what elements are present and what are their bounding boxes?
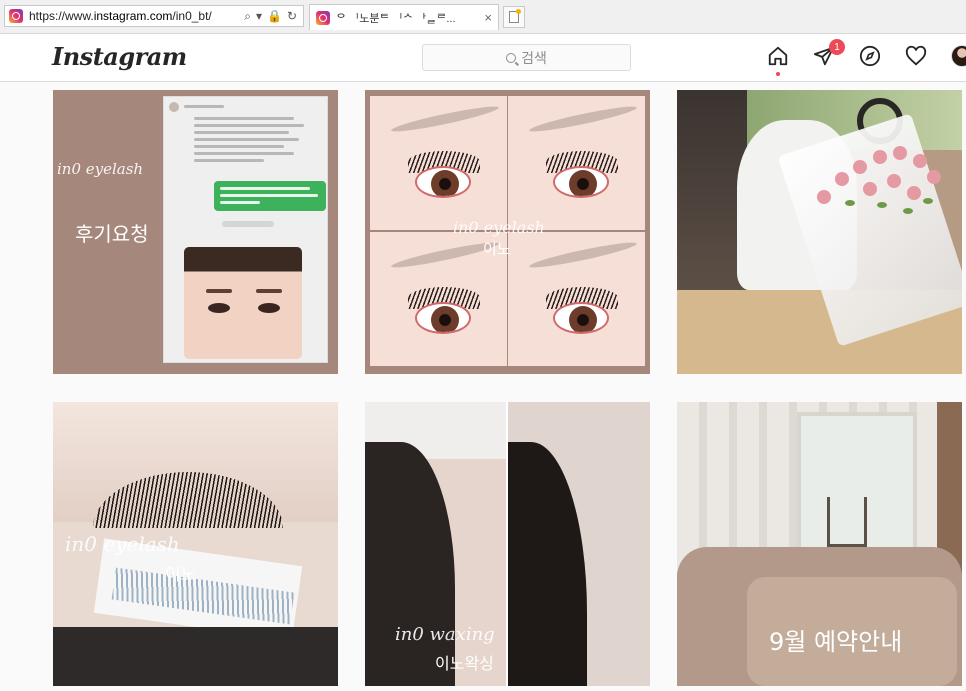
post-script-text: in0 eyelash	[65, 532, 180, 556]
chat-line	[194, 152, 294, 155]
flower	[863, 182, 877, 196]
post-korean-text: 9월 예약안내	[769, 628, 903, 656]
brow	[206, 289, 232, 293]
chat-line	[220, 187, 310, 190]
flower	[817, 190, 831, 204]
flower	[887, 174, 901, 188]
post-thumbnail[interactable]: in0 eyelash 후기요청	[53, 90, 338, 374]
url-path: /in0_bt/	[172, 9, 212, 23]
brow	[528, 102, 638, 136]
search-dropdown-icon[interactable]: ⌕	[244, 9, 251, 24]
new-tab-button[interactable]	[503, 6, 525, 28]
post-thumbnail[interactable]: in0 eyelash 이노	[53, 402, 338, 686]
avatar	[951, 45, 966, 67]
post-korean-text: 이노왁싱	[435, 654, 494, 673]
dark-background	[53, 627, 338, 686]
profile-button[interactable]	[950, 44, 966, 68]
chat-pill	[222, 221, 274, 227]
eye	[553, 166, 609, 198]
chat-avatar	[169, 102, 179, 112]
brow	[390, 102, 500, 136]
instagram-logo[interactable]: Instagram	[52, 42, 187, 71]
post-korean-text: 이노	[165, 565, 197, 585]
eye-closeup-image	[370, 96, 507, 230]
address-url[interactable]: https://www.instagram.com/in0_bt/	[29, 9, 212, 23]
flower	[873, 150, 887, 164]
chat-line	[194, 124, 304, 127]
eye-closeup-image	[508, 96, 645, 230]
post-script-text: in0 waxing	[395, 624, 495, 645]
refresh-icon[interactable]: ↻	[287, 9, 297, 24]
direct-messages-button[interactable]: 1	[812, 39, 845, 68]
browser-chrome: https://www.instagram.com/in0_bt/ ⌕ ▾ 🔒 …	[0, 0, 966, 34]
post-thumbnail[interactable]: in0 waxing 이노왁싱	[365, 402, 650, 686]
leaf	[923, 198, 933, 204]
browser-tab[interactable]: ᄋ ᅵ노분ᄐ ᅵᄉ ᅡᆯᄅ... ×	[309, 4, 499, 30]
leaf	[903, 208, 913, 214]
post-script-text: in0 eyelash	[57, 160, 144, 178]
patio-chair	[827, 497, 867, 547]
eye	[553, 302, 609, 334]
brow	[256, 289, 282, 293]
flower	[893, 146, 907, 160]
flower	[927, 170, 941, 184]
post-thumbnail[interactable]: 9월 예약안내	[677, 402, 962, 686]
leaf	[877, 202, 887, 208]
url-domain: instagram.com	[93, 9, 173, 23]
flower	[913, 154, 927, 168]
chat-line	[220, 194, 318, 197]
heart-icon	[905, 45, 927, 66]
instagram-favicon-icon	[316, 10, 330, 25]
home-icon	[768, 46, 788, 66]
url-prefix: https://www.	[29, 9, 94, 23]
post-thumbnail[interactable]: in0 eyelash 이노	[365, 90, 650, 374]
search-input[interactable]: 검색	[422, 44, 631, 71]
instagram-favicon-icon	[9, 9, 23, 23]
notification-badge: 1	[829, 39, 845, 55]
flower	[835, 172, 849, 186]
chat-line	[194, 117, 294, 120]
chat-line	[220, 201, 260, 204]
chat-line	[194, 145, 284, 148]
post-thumbnail[interactable]	[677, 90, 962, 374]
header-nav: 1	[766, 39, 966, 76]
chat-screenshot-image	[163, 96, 328, 363]
search-icon	[506, 52, 517, 63]
chat-line	[194, 131, 289, 134]
chat-bubble	[214, 181, 326, 211]
explore-button[interactable]	[858, 44, 882, 68]
eye	[415, 166, 471, 198]
home-button[interactable]	[766, 44, 790, 76]
close-tab-icon[interactable]: ×	[484, 10, 492, 25]
leaf	[845, 200, 855, 206]
photo-divider	[506, 402, 508, 686]
eye	[258, 303, 280, 313]
instagram-header: Instagram 검색 1	[0, 34, 966, 82]
flower	[907, 186, 921, 200]
flower	[853, 160, 867, 174]
eye	[208, 303, 230, 313]
eye-closeup-image	[508, 232, 645, 366]
compass-icon	[859, 45, 881, 67]
brow	[528, 238, 638, 272]
tab-title: ᄋ ᅵ노분ᄐ ᅵᄉ ᅡᆯᄅ...	[336, 12, 456, 25]
address-bar[interactable]: https://www.instagram.com/in0_bt/ ⌕ ▾ 🔒 …	[4, 5, 304, 27]
home-active-dot	[776, 72, 780, 76]
new-tab-icon	[509, 9, 521, 23]
chat-line	[184, 105, 224, 108]
post-script-text: in0 eyelash	[453, 218, 545, 237]
lock-icon[interactable]: 🔒	[267, 9, 282, 24]
address-bar-actions: ⌕ ▾ 🔒 ↻	[244, 9, 303, 24]
post-korean-text: 이노	[483, 240, 511, 258]
activity-button[interactable]	[904, 44, 928, 68]
search-placeholder: 검색	[521, 49, 547, 66]
chat-line	[194, 138, 299, 141]
chat-line	[194, 159, 264, 162]
eye	[415, 302, 471, 334]
chevron-down-icon[interactable]: ▾	[256, 9, 262, 24]
face-photo	[184, 247, 302, 359]
post-korean-text: 후기요청	[75, 222, 149, 246]
